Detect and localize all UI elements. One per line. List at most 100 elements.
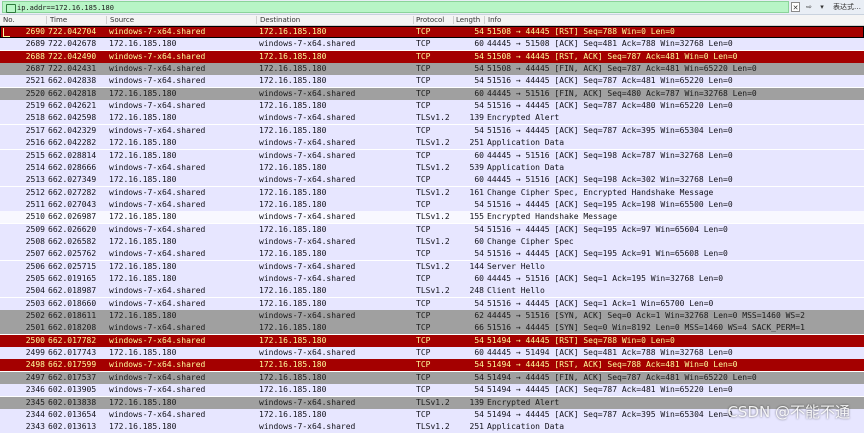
packet-row[interactable]: 2518 662.042598 172.16.185.180 windows-7-x6… [0, 112, 864, 125]
packet-row[interactable]: 2515 662.028814 172.16.185.180 windows-7-x6… [0, 149, 864, 162]
packet-row[interactable]: 2509 662.026620 windows-7-x64.shared 172.16… [0, 223, 864, 236]
packet-number: 2513 [25, 175, 45, 185]
packet-protocol: TCP [416, 39, 431, 49]
packet-info: Encrypted Handshake Message [487, 212, 618, 222]
packet-row[interactable]: 2689 722.042678 172.16.185.180 windows-7-x6… [0, 38, 864, 51]
packet-row[interactable]: 2514 662.028666 windows-7-x64.shared 172.16… [0, 161, 864, 174]
packet-protocol: TCP [416, 249, 431, 259]
packet-source: windows-7-x64.shared [109, 76, 206, 86]
column-header-no[interactable]: No. [3, 15, 15, 25]
packet-time: 662.042282 [48, 138, 97, 148]
expression-button[interactable]: 表达式… [833, 0, 861, 14]
packet-row[interactable]: 2505 662.019165 172.16.185.180 windows-7-x6… [0, 273, 864, 285]
packet-time: 662.018987 [48, 286, 97, 296]
packet-row[interactable]: 2513 662.027349 172.16.185.180 windows-7-x6… [0, 174, 864, 187]
packet-source: 172.16.185.180 [109, 422, 177, 432]
packet-time: 662.025715 [48, 261, 97, 271]
column-header-length[interactable]: Length [456, 15, 480, 25]
bookmark-icon[interactable] [6, 4, 16, 13]
packet-row[interactable]: 2516 662.042282 172.16.185.180 windows-7-x6… [0, 137, 864, 150]
column-header-time[interactable]: Time [50, 15, 67, 25]
packet-row[interactable]: 2511 662.027043 windows-7-x64.shared 172.16… [0, 198, 864, 211]
packet-row[interactable]: 2498 662.017599 windows-7-x64.shared 172.16… [0, 359, 864, 372]
packet-row[interactable]: 2519 662.042621 windows-7-x64.shared 172.16… [0, 100, 864, 113]
packet-protocol: TCP [416, 335, 431, 345]
packet-row[interactable]: 2346 602.013905 windows-7-x64.shared 172.16… [0, 384, 864, 397]
packet-row[interactable]: 2508 662.026582 172.16.185.180 windows-7-x6… [0, 235, 864, 248]
packet-number: 2345 [25, 397, 45, 407]
packet-number: 2518 [25, 113, 45, 123]
packet-number: 2343 [25, 422, 45, 432]
packet-destination: 172.16.185.180 [259, 187, 327, 197]
packet-time: 722.042431 [48, 64, 97, 74]
packet-source: 172.16.185.180 [109, 39, 177, 49]
packet-row[interactable]: 2507 662.025762 windows-7-x64.shared 172.16… [0, 248, 864, 261]
packet-protocol: TCP [416, 76, 431, 86]
packet-list[interactable]: 2690 722.042704 windows-7-x64.shared 172.16… [0, 26, 864, 433]
packet-source: 172.16.185.180 [109, 274, 177, 283]
packet-info: 51494 → 44445 [RST] Seq=788 Win=0 Len=0 [487, 335, 675, 345]
column-divider[interactable] [256, 16, 257, 24]
packet-length: 54 [474, 27, 484, 36]
packet-source: windows-7-x64.shared [109, 27, 206, 36]
packet-row[interactable]: 2521 662.042838 windows-7-x64.shared 172.16… [0, 75, 864, 88]
packet-row[interactable]: 2687 722.042431 windows-7-x64.shared 172.16… [0, 63, 864, 76]
packet-row[interactable]: 2504 662.018987 windows-7-x64.shared 172.16… [0, 285, 864, 298]
packet-time: 662.042598 [48, 113, 97, 123]
packet-source: windows-7-x64.shared [109, 323, 206, 333]
column-header-protocol[interactable]: Protocol [416, 15, 444, 25]
column-divider[interactable] [453, 16, 454, 24]
packet-number: 2688 [25, 51, 45, 61]
packet-row[interactable]: 2499 662.017743 172.16.185.180 windows-7-x6… [0, 347, 864, 360]
packet-info: Client Hello [487, 286, 545, 296]
packet-row[interactable]: 2497 662.017537 windows-7-x64.shared 172.16… [0, 371, 864, 384]
display-filter-input[interactable]: ip.addr==172.16.185.180 [2, 1, 789, 13]
packet-row[interactable]: 2500 662.017782 windows-7-x64.shared 172.16… [0, 334, 864, 347]
column-divider[interactable] [484, 16, 485, 24]
column-header-destination[interactable]: Destination [260, 15, 300, 25]
packet-destination: 172.16.185.180 [259, 298, 327, 308]
packet-source: 172.16.185.180 [109, 397, 177, 407]
packet-time: 662.028814 [48, 150, 97, 160]
packet-row[interactable]: 2502 662.018611 172.16.185.180 windows-7-x6… [0, 310, 864, 323]
packet-number: 2503 [25, 298, 45, 308]
column-header-source[interactable]: Source [110, 15, 134, 25]
packet-length: 251 [469, 138, 484, 148]
column-divider[interactable] [106, 16, 107, 24]
packet-number: 2499 [25, 348, 45, 358]
packet-info: 51508 → 44445 [RST, ACK] Seq=787 Ack=481… [487, 51, 738, 61]
packet-protocol: TLSv1.2 [416, 286, 450, 296]
packet-source: windows-7-x64.shared [109, 224, 206, 234]
clear-filter-button[interactable]: ✕ [791, 2, 800, 12]
packet-row[interactable]: 2512 662.027282 windows-7-x64.shared 172.16… [0, 186, 864, 199]
packet-length: 54 [474, 360, 484, 370]
packet-source: windows-7-x64.shared [109, 360, 206, 370]
packet-row[interactable]: 2688 722.042490 windows-7-x64.shared 172.16… [0, 50, 864, 63]
packet-protocol: TLSv1.2 [416, 397, 450, 407]
packet-row[interactable]: 2517 662.042329 windows-7-x64.shared 172.16… [0, 124, 864, 137]
column-header-info[interactable]: Info [488, 15, 501, 25]
packet-source: 172.16.185.180 [109, 88, 177, 98]
packet-row[interactable]: 2503 662.018660 windows-7-x64.shared 172.16… [0, 297, 864, 310]
packet-source: 172.16.185.180 [109, 212, 177, 222]
packet-protocol: TLSv1.2 [416, 113, 450, 123]
packet-row[interactable]: 2690 722.042704 windows-7-x64.shared 172.16… [0, 26, 864, 38]
packet-row[interactable]: 2506 662.025715 172.16.185.180 windows-7-x6… [0, 260, 864, 273]
packet-source: windows-7-x64.shared [109, 199, 206, 209]
packet-destination: windows-7-x64.shared [259, 261, 356, 271]
column-divider[interactable] [413, 16, 414, 24]
packet-row[interactable]: 2510 662.026987 172.16.185.180 windows-7-x6… [0, 211, 864, 224]
packet-row[interactable]: 2501 662.018208 windows-7-x64.shared 172.16… [0, 322, 864, 335]
packet-number: 2507 [25, 249, 45, 259]
packet-row[interactable]: 2343 602.013613 172.16.185.180 windows-7-x6… [0, 421, 864, 433]
packet-protocol: TCP [416, 348, 431, 358]
column-divider[interactable] [46, 16, 47, 24]
apply-filter-button[interactable]: ⇨ [801, 2, 817, 12]
packet-destination: 172.16.185.180 [259, 51, 327, 61]
packet-row[interactable]: 2520 662.042818 172.16.185.180 windows-7-x6… [0, 87, 864, 100]
packet-info: 44445 → 51516 [SYN, ACK] Seq=0 Ack=1 Win… [487, 311, 805, 321]
packet-protocol: TCP [416, 175, 431, 185]
recent-filters-dropdown-icon[interactable]: ▾ [818, 2, 826, 12]
packet-number: 2689 [25, 39, 45, 49]
packet-time: 662.017599 [48, 360, 97, 370]
